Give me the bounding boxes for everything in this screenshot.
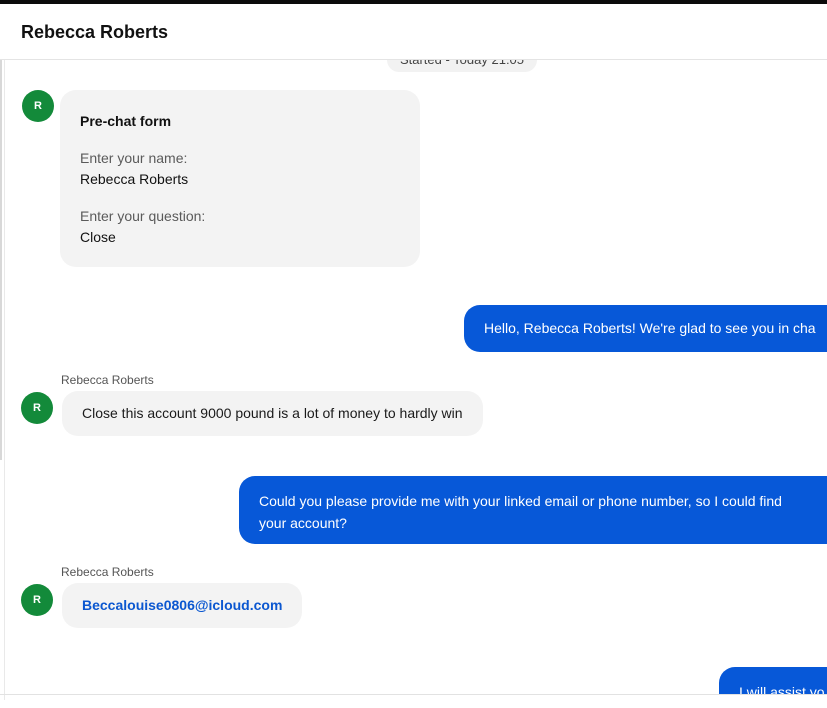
- chat-started-badge: Started - Today 21:05: [387, 60, 537, 72]
- agent-message-text: Hello, Rebecca Roberts! We're glad to se…: [484, 320, 816, 336]
- chat-header: Rebecca Roberts: [0, 4, 827, 60]
- prechat-form-bubble: Pre-chat form Enter your name: Rebecca R…: [60, 90, 420, 267]
- customer-avatar: R: [21, 392, 53, 424]
- contact-name-title: Rebecca Roberts: [21, 22, 169, 42]
- name-field-label: Enter your name:: [80, 150, 188, 166]
- question-field-label: Enter your question:: [80, 208, 206, 224]
- customer-avatar: R: [22, 90, 54, 122]
- name-field-value: Rebecca Roberts: [80, 171, 189, 187]
- agent-message-line: Could you please provide me with your li…: [259, 493, 782, 509]
- agent-message-text: I will assist yo: [739, 684, 825, 694]
- prechat-form-title: Pre-chat form: [80, 113, 172, 129]
- customer-avatar: R: [21, 584, 53, 616]
- customer-message-bubble: Beccalouise0806@icloud.com: [62, 583, 303, 628]
- customer-message-text: Close this account 9000 pound is a lot o…: [82, 405, 463, 421]
- agent-message-bubble: I will assist yo: [719, 667, 827, 694]
- composer-divider: [0, 694, 827, 695]
- customer-message-bubble: Close this account 9000 pound is a lot o…: [62, 391, 483, 436]
- agent-message-line: your account?: [259, 515, 347, 531]
- message-sender-name: Rebecca Roberts: [61, 565, 154, 579]
- message-sender-name: Rebecca Roberts: [61, 373, 154, 387]
- agent-message-bubble: Could you please provide me with your li…: [239, 476, 827, 544]
- question-field-value: Close: [80, 229, 116, 245]
- agent-message-bubble: Hello, Rebecca Roberts! We're glad to se…: [464, 305, 827, 352]
- chat-transcript[interactable]: Started - Today 21:05 R Pre-chat form En…: [0, 60, 827, 694]
- email-link[interactable]: Beccalouise0806@icloud.com: [82, 597, 282, 613]
